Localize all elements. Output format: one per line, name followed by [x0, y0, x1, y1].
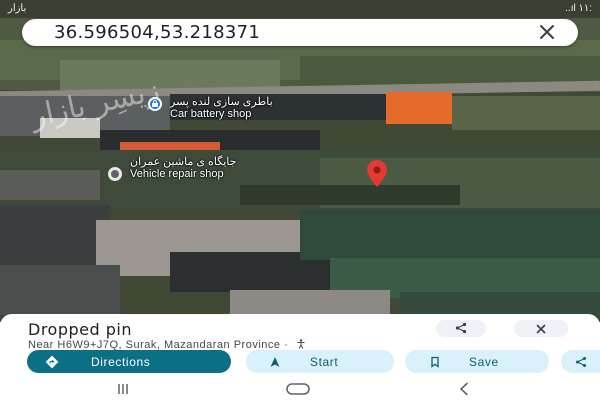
search-bar[interactable]: 36.596504,53.218371	[22, 19, 578, 46]
place-name-fa: جایگاه ی ماشین عمران	[130, 156, 237, 168]
home-icon[interactable]	[284, 381, 312, 397]
accessibility-icon	[297, 339, 305, 349]
place-dot-icon[interactable]	[108, 167, 122, 181]
android-nav-bar	[0, 378, 600, 400]
shopping-bag-icon[interactable]	[148, 97, 162, 111]
place-name-fa: باطری سازی لنده پسر	[170, 96, 273, 108]
place-name-en: Vehicle repair shop	[130, 168, 224, 180]
satellite-map[interactable]: زیسِر بازار باطری سازی لنده پسر Car batt…	[0, 0, 600, 322]
bookmark-icon	[431, 356, 439, 368]
share-button[interactable]	[436, 320, 486, 337]
place-label-battery-shop[interactable]: باطری سازی لنده پسر Car battery shop	[170, 96, 273, 120]
status-left-text: ﺑﺎﺯﺍﺭ	[8, 3, 27, 14]
directions-button[interactable]: Directions	[27, 350, 231, 373]
directions-label: Directions	[91, 355, 151, 369]
start-button[interactable]: Start	[246, 350, 394, 373]
recents-icon[interactable]	[115, 381, 131, 397]
save-button[interactable]: Save	[405, 350, 549, 373]
back-icon[interactable]	[456, 381, 472, 397]
place-label-repair-shop[interactable]: جایگاه ی ماشین عمران Vehicle repair shop	[130, 156, 236, 180]
share-icon	[455, 322, 467, 334]
close-icon	[536, 324, 546, 333]
search-input[interactable]: 36.596504,53.218371	[54, 22, 260, 43]
directions-icon	[45, 355, 59, 368]
navigation-arrow-icon	[270, 356, 280, 367]
close-icon[interactable]	[538, 23, 556, 41]
share-icon	[576, 356, 586, 367]
status-right-text: ..ıl ۱۱:	[565, 3, 592, 14]
place-title: Dropped pin	[28, 320, 132, 339]
place-name-en: Car battery shop	[170, 108, 252, 120]
start-label: Start	[310, 355, 339, 369]
save-label: Save	[469, 355, 499, 369]
close-sheet-button[interactable]	[514, 320, 568, 337]
more-share-button[interactable]	[561, 350, 600, 373]
status-bar: ﺑﺎﺯﺍﺭ ..ıl ۱۱:	[0, 0, 600, 18]
dropped-pin-icon[interactable]	[364, 160, 390, 188]
